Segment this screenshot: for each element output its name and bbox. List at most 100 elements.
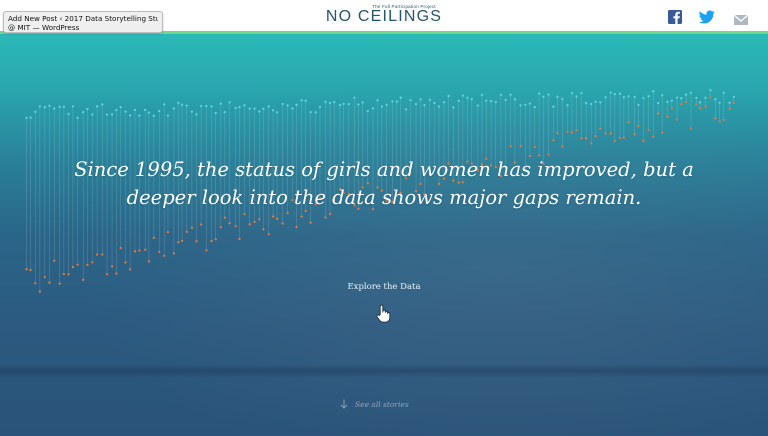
hero-section: Since 1995, the status of girls and wome… xyxy=(0,34,768,436)
viz-dot-orange xyxy=(295,225,298,229)
viz-dot-teal xyxy=(195,113,198,116)
viz-dot-teal xyxy=(324,100,327,103)
viz-dot-teal xyxy=(34,110,37,113)
viz-dot-teal xyxy=(547,93,550,96)
viz-dot-teal xyxy=(485,99,488,102)
viz-dot-teal xyxy=(185,104,188,107)
viz-dot-teal xyxy=(599,101,602,104)
viz-dot-orange xyxy=(101,253,104,256)
viz-dot-orange xyxy=(561,145,564,148)
viz-dot-teal xyxy=(357,103,360,106)
viz-dot-teal xyxy=(652,90,655,93)
viz-dot-teal xyxy=(698,101,702,104)
viz-dot-orange xyxy=(580,136,583,140)
viz-dot-teal xyxy=(25,116,28,120)
viz-dot-teal xyxy=(328,101,332,105)
viz-dot-teal xyxy=(253,107,256,110)
hero-headline: Since 1995, the status of girls and wome… xyxy=(74,158,694,209)
viz-dot-teal xyxy=(537,92,541,95)
section-divider xyxy=(0,364,768,378)
viz-dot-teal xyxy=(338,104,342,107)
twitter-icon xyxy=(699,10,715,24)
viz-dot-teal xyxy=(524,103,527,106)
viz-dot-orange xyxy=(91,261,94,264)
viz-dot-orange xyxy=(575,129,578,132)
viz-dot-orange xyxy=(698,107,702,110)
viz-dot-teal xyxy=(419,98,422,101)
viz-dot-teal xyxy=(604,96,607,99)
viz-dot-teal xyxy=(385,103,388,107)
site-logo[interactable]: The Full Participation Project NO CEILIN… xyxy=(318,4,450,26)
viz-dot-teal xyxy=(504,98,507,102)
viz-dot-orange xyxy=(604,132,607,135)
viz-dot-teal xyxy=(223,110,226,114)
viz-dot-teal xyxy=(318,105,322,108)
viz-dot-orange xyxy=(67,273,70,276)
viz-dot-teal xyxy=(580,92,583,95)
viz-dot-teal xyxy=(618,92,622,95)
viz-dot-teal xyxy=(633,95,636,99)
viz-dot-orange xyxy=(627,121,630,124)
viz-dot-teal xyxy=(119,106,122,109)
viz-dot-orange xyxy=(722,118,725,121)
viz-dot-teal xyxy=(361,101,364,104)
viz-dot-teal xyxy=(590,102,593,106)
email-share-button[interactable] xyxy=(733,11,749,27)
viz-dot-orange xyxy=(622,136,626,139)
viz-dot-teal xyxy=(180,103,184,106)
viz-dot-orange xyxy=(684,101,688,104)
twitter-share-button[interactable] xyxy=(699,9,715,25)
viz-dot-teal xyxy=(442,101,446,104)
viz-dot-teal xyxy=(732,95,735,99)
viz-dot-orange xyxy=(238,237,241,241)
viz-dot-teal xyxy=(447,94,450,98)
mail-icon xyxy=(733,14,749,25)
viz-dot-teal xyxy=(147,111,151,114)
viz-dot-teal xyxy=(210,105,213,108)
viz-dot-teal xyxy=(519,104,522,107)
viz-dot-orange xyxy=(152,236,156,240)
viz-dot-orange xyxy=(177,240,180,244)
viz-dot-teal xyxy=(105,113,109,116)
viz-dot-orange xyxy=(328,212,332,216)
viz-dot-teal xyxy=(271,109,275,112)
viz-dot-teal xyxy=(190,110,194,113)
viz-dot-teal xyxy=(219,102,223,105)
viz-dot-teal xyxy=(466,96,469,99)
viz-dot-orange xyxy=(147,260,151,263)
viz-dot-teal xyxy=(637,103,640,107)
viz-dot-teal xyxy=(457,99,460,102)
viz-dot-teal xyxy=(533,105,536,109)
viz-dot-teal xyxy=(248,107,251,110)
viz-dot-teal xyxy=(461,94,464,97)
viz-dot-teal xyxy=(695,96,698,100)
viz-dot-orange xyxy=(172,252,176,255)
viz-dot-orange xyxy=(275,217,279,220)
viz-dot-teal xyxy=(353,96,356,99)
viz-dot-teal xyxy=(163,103,166,106)
viz-dot-orange xyxy=(210,239,213,243)
viz-dot-orange xyxy=(163,254,166,257)
facebook-share-button[interactable] xyxy=(667,9,683,25)
viz-dot-orange xyxy=(105,273,109,276)
viz-dot-teal xyxy=(177,101,180,105)
viz-dot-teal xyxy=(95,105,99,108)
viz-dot-teal xyxy=(684,93,688,96)
viz-dot-teal xyxy=(728,101,731,104)
viz-dot-teal xyxy=(62,105,66,108)
see-all-stories-link[interactable]: See all stories xyxy=(340,399,440,413)
viz-dot-orange xyxy=(666,115,669,118)
viz-dot-orange xyxy=(714,117,717,120)
viz-dot-orange xyxy=(519,145,522,148)
viz-dot-teal xyxy=(71,105,75,108)
viz-dot-orange xyxy=(195,240,198,243)
viz-dot-orange xyxy=(590,142,593,145)
viz-dot-teal xyxy=(513,98,517,101)
viz-dot-orange xyxy=(566,130,569,134)
viz-dot-teal xyxy=(480,93,484,96)
viz-dot-orange xyxy=(324,216,327,219)
explore-data-link[interactable]: Explore the Data xyxy=(334,282,434,292)
viz-dot-teal xyxy=(452,106,455,109)
viz-dot-teal xyxy=(101,103,104,106)
viz-dot-orange xyxy=(704,105,707,108)
